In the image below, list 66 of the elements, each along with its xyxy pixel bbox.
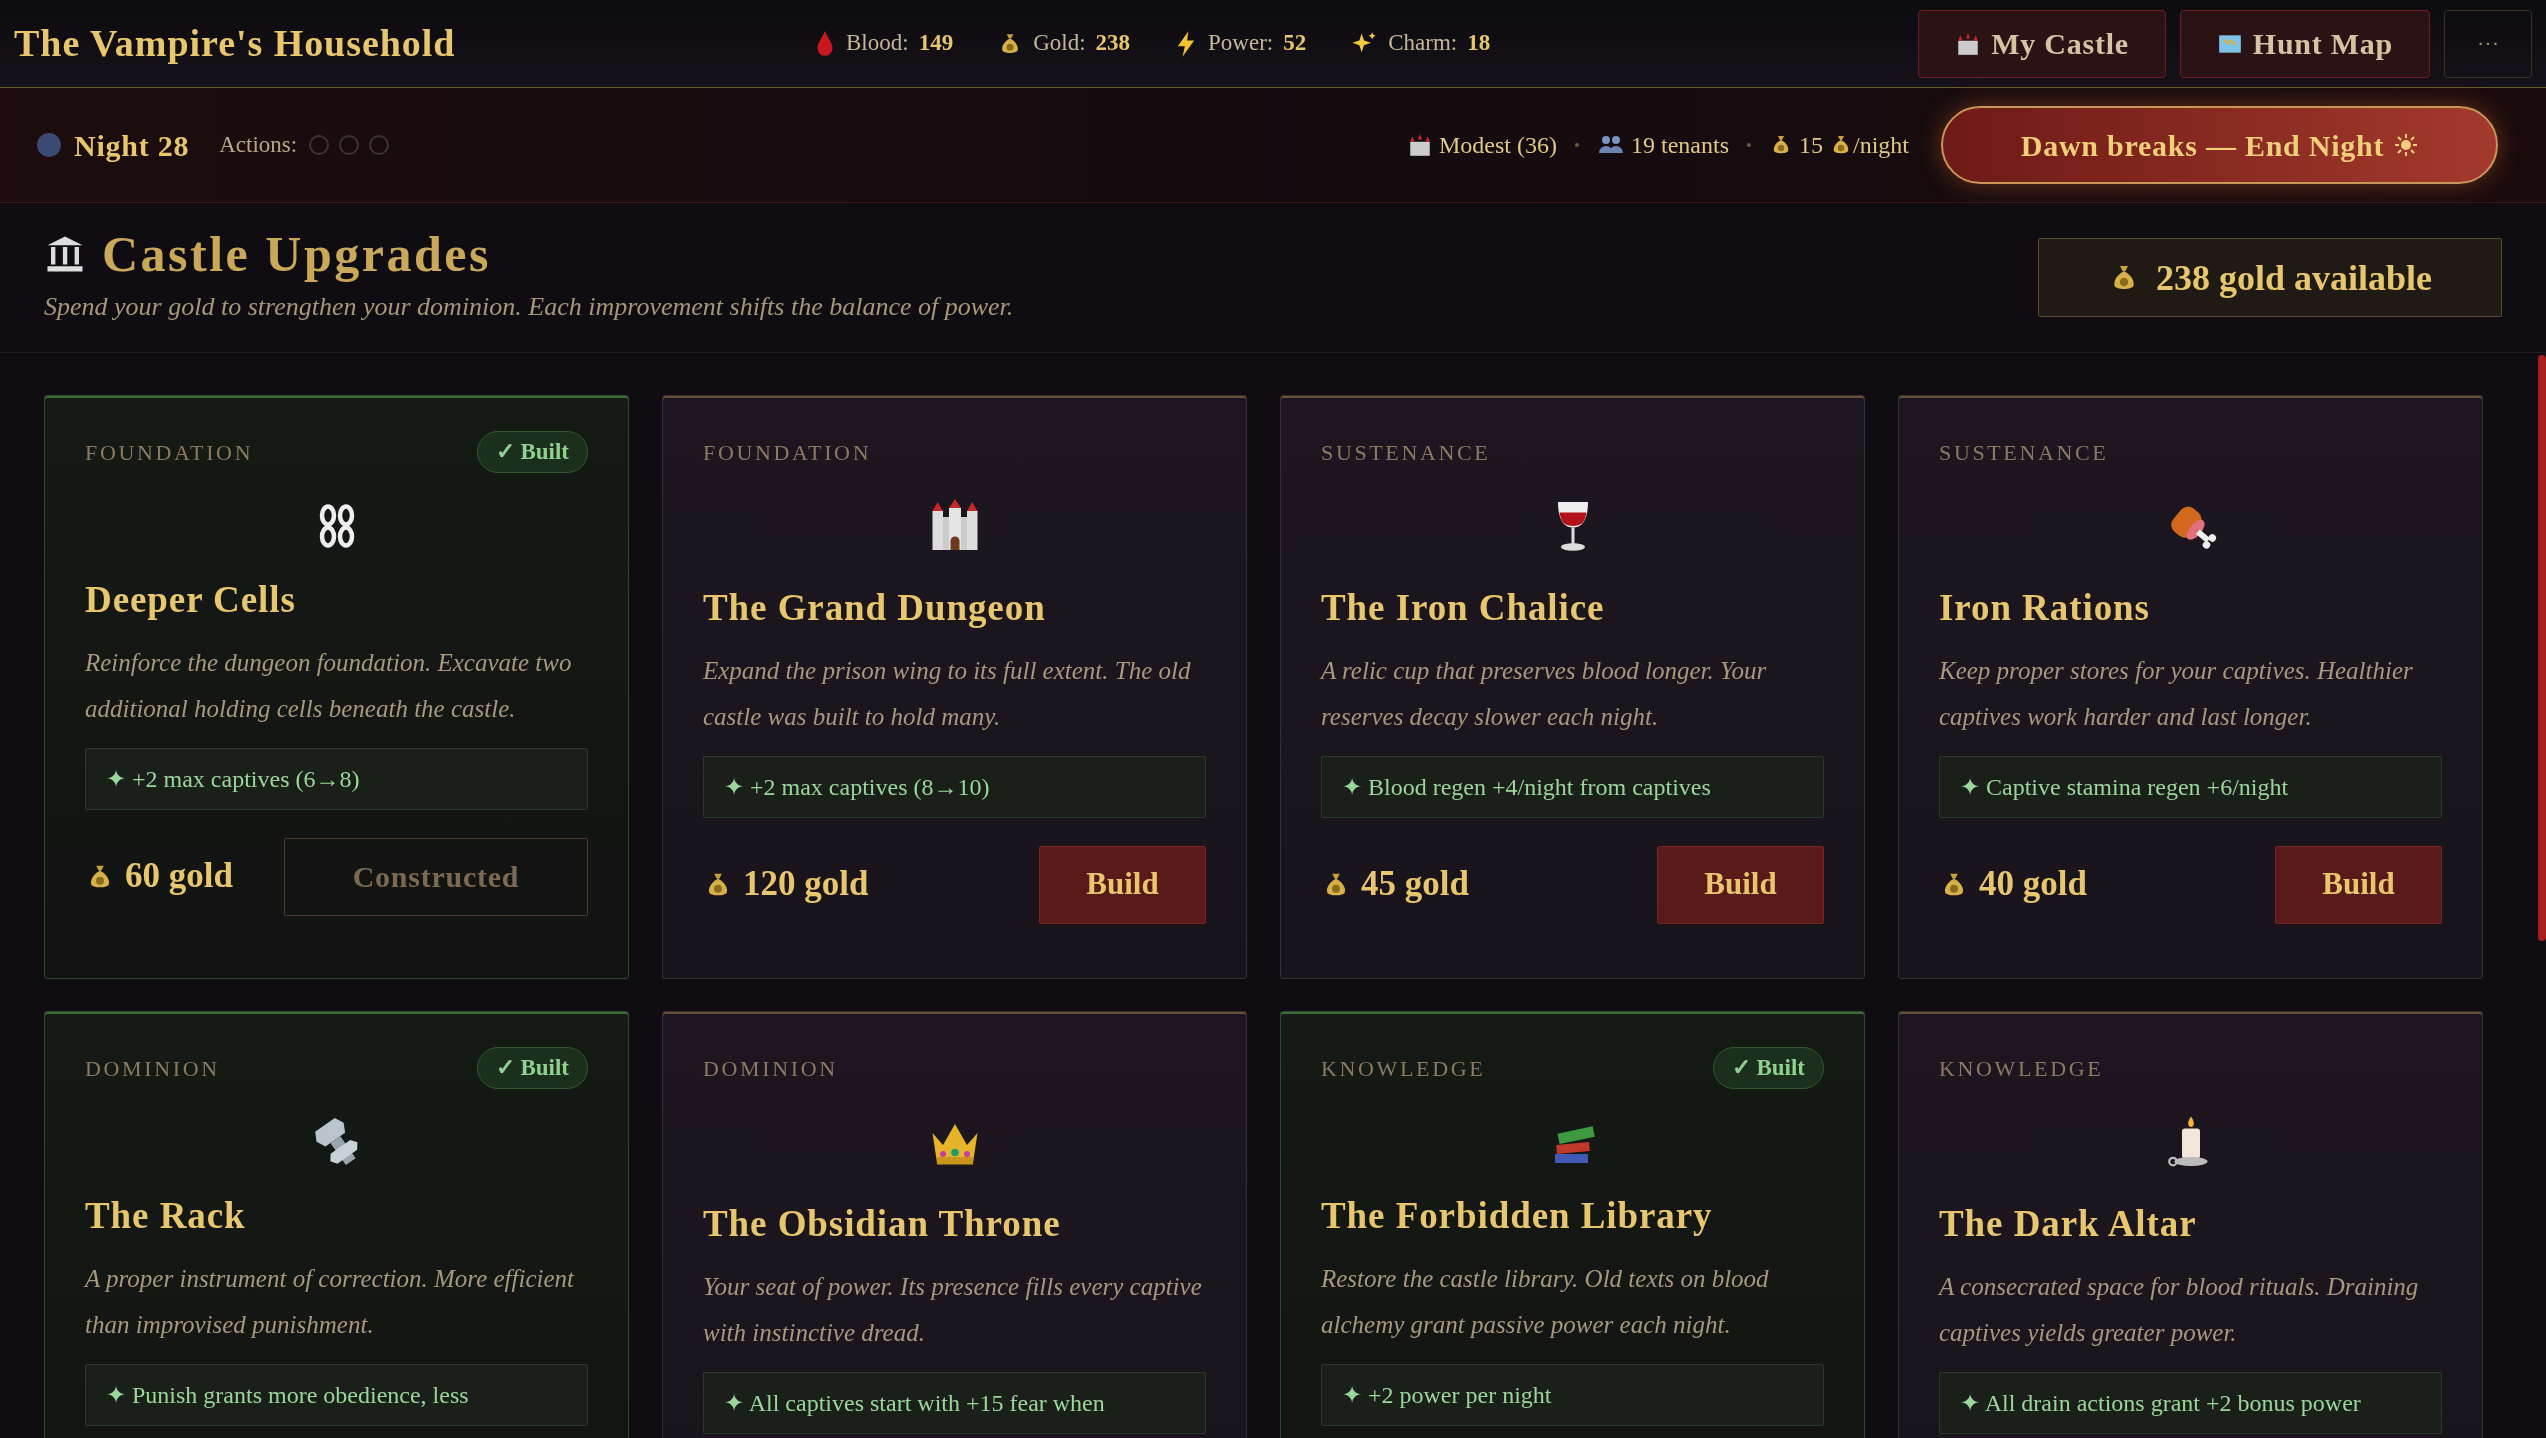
build-button[interactable]: Build (1657, 845, 1824, 924)
end-night-button[interactable]: Dawn breaks — End Night (1941, 106, 2498, 184)
effect-box: ✦ Blood regen +4/night from captives (1321, 755, 1824, 818)
upgrade-description: A relic cup that preserves blood longer. Your reserves decay slower each night. (1321, 655, 1768, 732)
cost-text: 120 gold (743, 863, 869, 906)
castle-info-text: Modest (36) (1439, 131, 1557, 160)
upgrade-description: Keep proper stores for your captives. Healthier captives work harder and last longer. (1939, 655, 2414, 732)
build-button[interactable]: Build (1039, 845, 1206, 924)
castle-info-text: 15 (1799, 131, 1823, 160)
stat-label: Power: (1208, 29, 1274, 58)
stat-value: 238 (1095, 29, 1130, 58)
category-label: SUSTENANCE (1321, 438, 1491, 467)
category-label: FOUNDATION (85, 438, 254, 467)
sun-icon (2394, 133, 2419, 157)
castle-info-suffix: /night (1853, 131, 1909, 160)
effect-box: ✦ All drain actions grant +2 bonus power (1939, 1371, 2442, 1434)
section-subtitle: Spend your gold to strengthen your dominion. Each improvement shifts the balance of power. (44, 291, 1014, 323)
effect-box: ✦ +2 max captives (6→8) (85, 747, 588, 810)
stat-value: 52 (1283, 29, 1307, 58)
upgrade-title: The Rack (85, 1194, 247, 1238)
effect-box: ✦ +2 power per night (1321, 1363, 1824, 1426)
category-label: SUSTENANCE (1939, 438, 2109, 467)
moon-icon (36, 132, 62, 158)
built-badge: ✓ Built (476, 431, 588, 473)
upgrade-description: Expand the prison wing to its full extent. The old castle was built to hold many. (703, 655, 1192, 732)
category-label: FOUNDATION (703, 438, 872, 467)
castle-info-text: 19 tenants (1631, 131, 1729, 160)
upgrade-title: Deeper Cells (85, 578, 297, 622)
effect-box: ✦ Captive stamina regen +6/night (1939, 755, 2442, 818)
stat-label: Gold: (1033, 29, 1086, 58)
category-label: KNOWLEDGE (1321, 1054, 1486, 1083)
app-title: The Vampire's Household (14, 21, 457, 66)
cost-text: 60 gold (125, 855, 233, 898)
upgrade-description: Your seat of power. Its presence fills every captive with instinctive dread. (703, 1271, 1203, 1348)
category-label: KNOWLEDGE (1939, 1054, 2104, 1083)
effect-box: ✦ Punish grants more obedience, less (85, 1363, 588, 1426)
castle-icon (1407, 132, 1433, 158)
upgrade-title: The Grand Dungeon (703, 586, 1047, 630)
cost-text: 45 gold (1361, 863, 1469, 906)
stat-value: 149 (918, 29, 954, 58)
effect-box: ✦ +2 max captives (8→10) (703, 755, 1206, 818)
funds-text: 238 gold available (2156, 256, 2432, 300)
built-badge: ✓ Built (476, 1047, 588, 1089)
stat-label: Blood: (846, 29, 909, 58)
upgrade-description: Restore the castle library. Old texts on blood alchemy grant passive power each night. (1321, 1263, 1770, 1340)
category-label: DOMINION (85, 1054, 220, 1083)
built-badge: ✓ Built (1712, 1047, 1824, 1089)
nav-button[interactable]: Hunt Map (2179, 9, 2430, 78)
nav-button[interactable]: My Castle (1918, 9, 2166, 78)
stat-label: Charm: (1388, 29, 1458, 58)
night-counter: Night 28 (74, 127, 190, 164)
upgrade-title: Iron Rations (1939, 586, 2151, 630)
more-button[interactable]: ··· (2444, 9, 2532, 78)
effect-box: ✦ All captives start with +15 fear when (703, 1371, 1206, 1434)
upgrade-title: The Obsidian Throne (703, 1202, 1062, 1246)
upgrade-title: The Forbidden Library (1321, 1194, 1714, 1238)
actions-label: Actions: (219, 130, 298, 159)
category-label: DOMINION (703, 1054, 838, 1083)
build-button[interactable]: Build (2275, 845, 2442, 924)
upgrade-title: The Iron Chalice (1321, 586, 1606, 630)
upgrade-description: A consecrated space for blood rituals. Draining captives yields greater power. (1939, 1271, 2420, 1348)
upgrade-description: A proper instrument of correction. More efficient than improvised punishment. (85, 1263, 576, 1340)
stat-value: 18 (1467, 29, 1491, 58)
cost-text: 40 gold (1979, 863, 2087, 906)
upgrade-description: Reinforce the dungeon foundation. Excavate two additional holding cells beneath the castle. (85, 647, 573, 724)
upgrade-title: The Dark Altar (1939, 1202, 2198, 1246)
